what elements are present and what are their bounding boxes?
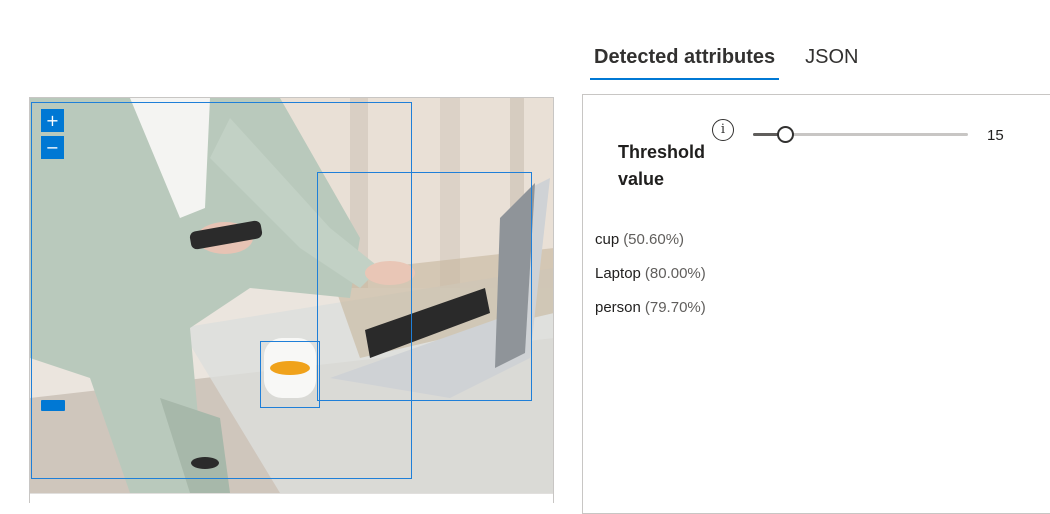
attribute-confidence: (79.70%)	[644, 299, 706, 316]
analyzed-photo: + −	[30, 98, 553, 493]
image-footer	[30, 493, 553, 503]
attribute-name: person	[595, 299, 641, 316]
zoom-in-button[interactable]: +	[41, 109, 64, 132]
bbox-laptop[interactable]	[317, 172, 532, 401]
threshold-label: Threshold value	[618, 142, 706, 189]
attribute-list: cup (50.60%) Laptop (80.00%) person (79.70%…	[595, 223, 706, 325]
threshold-slider[interactable]	[753, 125, 968, 143]
list-item: Laptop (80.00%)	[595, 257, 706, 291]
attribute-confidence: (80.00%)	[644, 265, 706, 282]
tab-json[interactable]: JSON	[801, 40, 862, 80]
bbox-cup[interactable]	[260, 341, 320, 408]
threshold-value: 15	[987, 127, 1004, 144]
attribute-confidence: (50.60%)	[623, 231, 685, 248]
scale-indicator	[41, 400, 65, 411]
list-item: cup (50.60%)	[595, 223, 706, 257]
info-icon[interactable]: i	[712, 119, 734, 141]
slider-thumb[interactable]	[776, 126, 794, 143]
list-item: person (79.70%)	[595, 291, 706, 325]
result-tabs: Detected attributes JSON	[590, 40, 885, 80]
zoom-out-button[interactable]: −	[41, 136, 64, 159]
attribute-name: cup	[595, 231, 620, 248]
tab-detected-attributes[interactable]: Detected attributes	[590, 40, 780, 80]
image-viewer[interactable]: + −	[29, 97, 554, 503]
attribute-name: Laptop	[595, 265, 641, 282]
attributes-panel: Threshold value i 15 cup (50.60%) Laptop(…	[582, 94, 1050, 514]
